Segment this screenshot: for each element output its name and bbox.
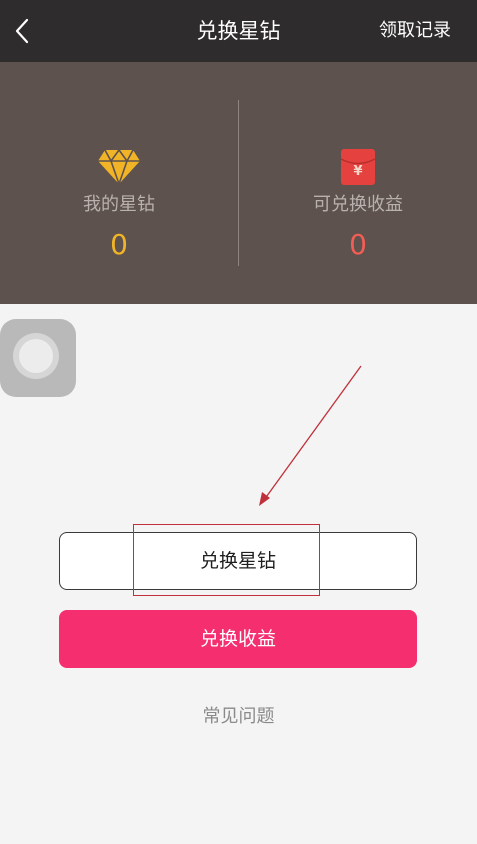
exchangeable-income-stat: ¥ 可兑换收益 0 bbox=[239, 62, 477, 304]
chevron-left-icon bbox=[15, 18, 29, 44]
svg-text:¥: ¥ bbox=[353, 164, 362, 179]
exchange-diamonds-button[interactable]: 兑换星钻 bbox=[59, 532, 417, 590]
assistive-touch-icon bbox=[13, 333, 59, 379]
my-diamonds-label: 我的星钻 bbox=[83, 194, 155, 215]
records-link[interactable]: 领取记录 bbox=[379, 0, 451, 62]
exchangeable-income-label: 可兑换收益 bbox=[313, 194, 403, 215]
balance-panel: 我的星钻 0 ¥ 可兑换收益 0 bbox=[0, 62, 477, 304]
diamond-icon bbox=[98, 149, 140, 185]
my-diamonds-value: 0 bbox=[110, 228, 128, 261]
faq-link[interactable]: 常见问题 bbox=[0, 702, 477, 728]
assistive-touch-button[interactable] bbox=[0, 319, 76, 397]
nav-bar: 兑换星钻 领取记录 bbox=[0, 0, 477, 62]
exchangeable-income-value: 0 bbox=[349, 228, 367, 261]
exchange-income-button[interactable]: 兑换收益 bbox=[59, 610, 417, 668]
back-button[interactable] bbox=[8, 12, 44, 50]
exchange-diamonds-screen: 兑换星钻 领取记录 我的星钻 0 ¥ 可兑换收益 0 兑换星钻 兑换收益 常见问… bbox=[0, 0, 477, 844]
red-envelope-icon: ¥ bbox=[340, 149, 376, 185]
my-diamonds-stat: 我的星钻 0 bbox=[0, 62, 238, 304]
